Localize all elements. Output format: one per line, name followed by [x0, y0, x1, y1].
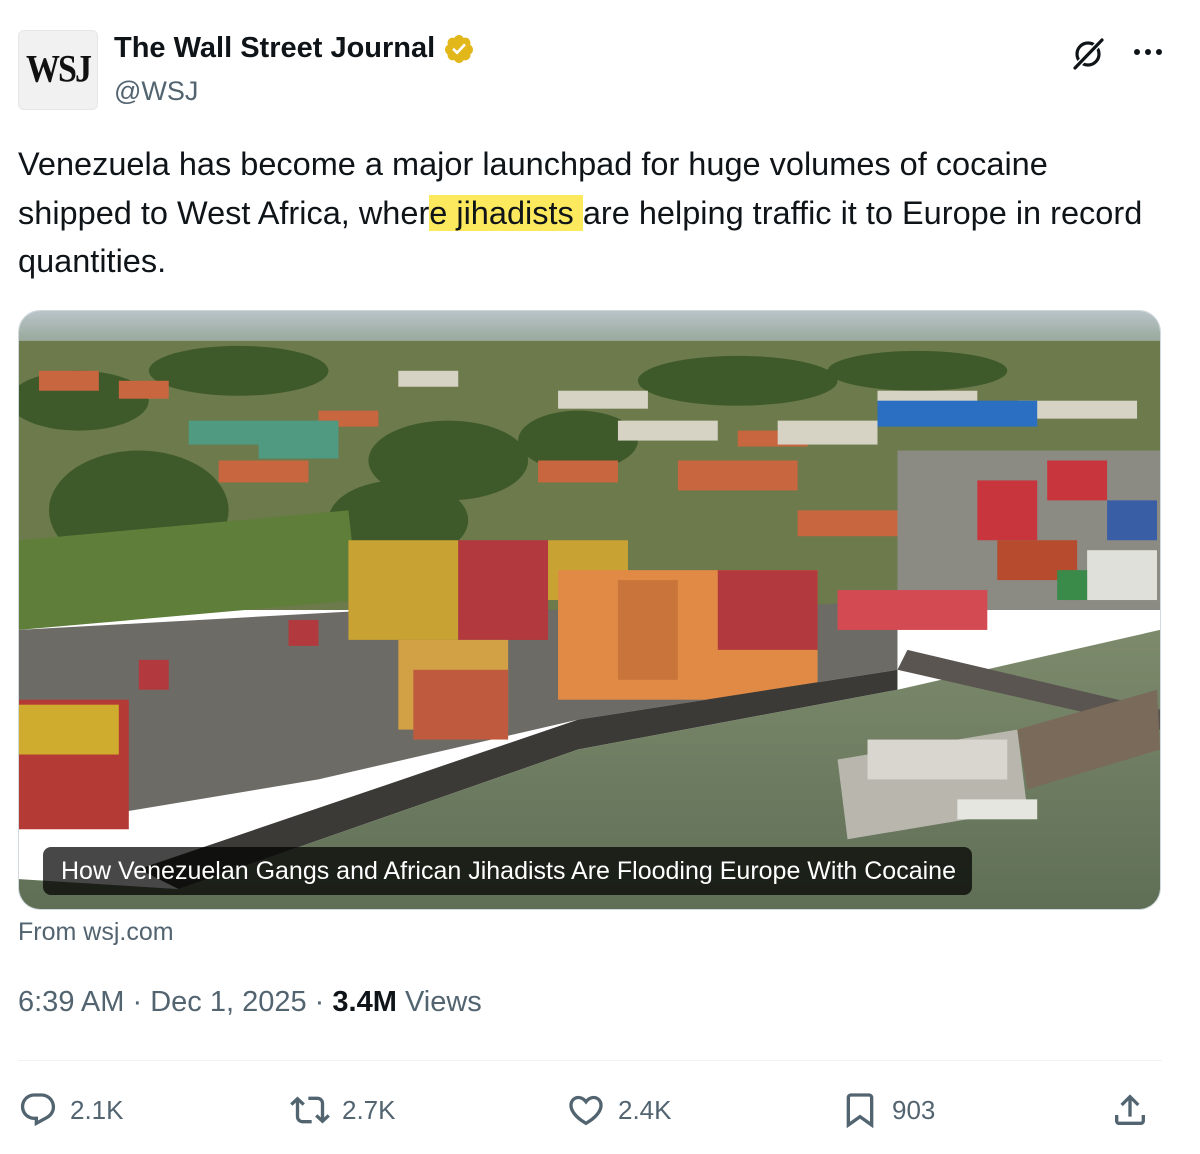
divider [18, 1060, 1162, 1061]
link-card-image[interactable]: How Venezuelan Gangs and African Jihadis… [18, 310, 1161, 910]
tweet-actions: 2.1K 2.7K 2.4K 903 [18, 1082, 1168, 1138]
repost-icon [290, 1096, 330, 1124]
port-aerial-photo [19, 311, 1160, 909]
repost-count: 2.7K [342, 1094, 396, 1125]
more-icon[interactable] [1130, 38, 1166, 66]
meta-separator: · [132, 986, 143, 1018]
tweet-text: Venezuela has become a major launchpad f… [18, 140, 1168, 286]
like-count: 2.4K [618, 1094, 672, 1125]
tweet-date[interactable]: Dec 1, 2025 [150, 986, 306, 1018]
tweet-meta: 6:39 AM · Dec 1, 2025 · 3.4M Views [18, 986, 482, 1019]
share-icon [1115, 1094, 1145, 1125]
reply-button[interactable]: 2.1K [18, 1082, 124, 1138]
tweet-time[interactable]: 6:39 AM [18, 986, 124, 1018]
link-card-title[interactable]: How Venezuelan Gangs and African Jihadis… [43, 847, 972, 895]
highlighted-text: e jihadists [429, 194, 583, 231]
reply-icon [20, 1093, 56, 1127]
repost-button[interactable]: 2.7K [290, 1082, 396, 1138]
verified-badge-icon[interactable] [443, 33, 475, 65]
like-button[interactable]: 2.4K [566, 1082, 672, 1138]
views-label: Views [404, 986, 482, 1018]
bookmark-icon [846, 1093, 874, 1129]
reply-count: 2.1K [70, 1094, 124, 1125]
name-row: The Wall Street Journal [114, 32, 475, 65]
share-button[interactable] [1110, 1082, 1150, 1138]
avatar-logo-text: WSJ [26, 48, 92, 91]
meta-separator: · [314, 986, 325, 1018]
link-source[interactable]: From wsj.com [18, 918, 174, 947]
account-handle[interactable]: @WSJ [114, 76, 198, 107]
views-count: 3.4M [332, 986, 397, 1018]
avatar[interactable]: WSJ [18, 30, 98, 110]
grok-icon[interactable] [1068, 34, 1108, 74]
tweet-header: WSJ The Wall Street Journal @WSJ [18, 30, 1168, 112]
bookmark-button[interactable]: 903 [840, 1082, 935, 1138]
bookmark-count: 903 [892, 1094, 936, 1125]
like-icon [569, 1095, 603, 1126]
account-name[interactable]: The Wall Street Journal [114, 32, 435, 65]
